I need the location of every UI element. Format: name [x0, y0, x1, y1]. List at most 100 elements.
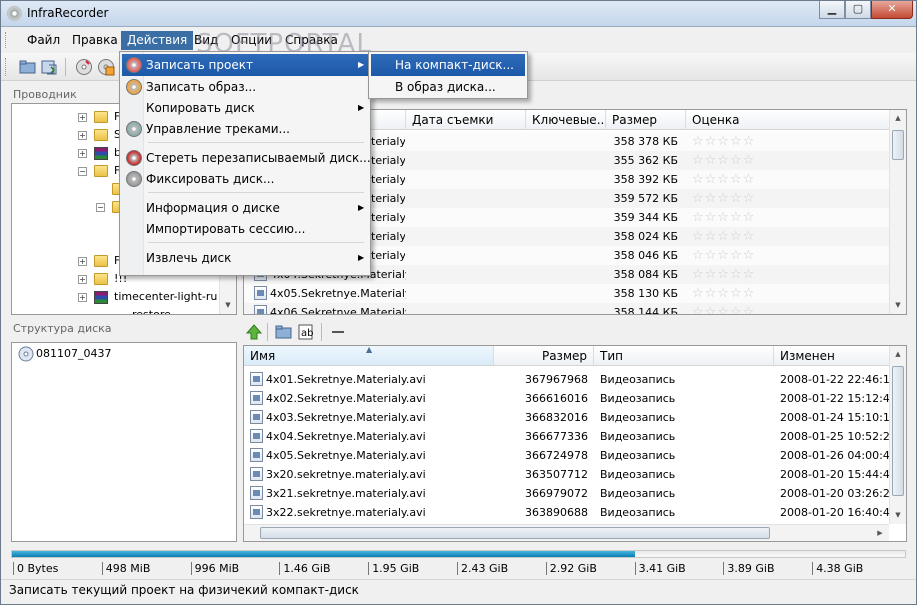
file-modified: 2008-01-22 22:46:18 [780, 373, 889, 386]
project-file-row[interactable]: 4x03.Sekretnye.Materialy.avi 366832016 Вид… [244, 408, 889, 427]
actions-menu-item[interactable]: Стереть перезаписываемый диск... [122, 147, 371, 169]
expand-icon[interactable]: + [78, 149, 87, 158]
file-modified: 2008-01-25 10:52:28 [780, 430, 889, 443]
menu-file[interactable]: Файл [21, 31, 66, 50]
explorer-tree-node[interactable]: + timecenter-light-ru [12, 288, 218, 306]
title-bar[interactable]: InfraRecorder ▁ ▢ ✕ [1, 1, 916, 27]
burn-project-icon [126, 57, 142, 73]
project-file-row[interactable]: 4x01.Sekretnye.Materialy.avi 367967968 Вид… [244, 370, 889, 389]
project-file-row[interactable]: 3x22.sekretnye.materialy.avi 363890688 Вид… [244, 503, 889, 522]
project-vscrollbar[interactable]: ▲ ▼ [889, 346, 906, 524]
rename-icon[interactable]: ab [297, 323, 315, 341]
menu-actions[interactable]: Действия [121, 31, 194, 50]
actions-menu-item[interactable]: Импортировать сессию... [122, 218, 368, 240]
column-header-type[interactable]: Тип [594, 346, 774, 366]
rating-stars-icon[interactable]: ☆☆☆☆☆ [692, 246, 755, 265]
sort-ascending-icon: ▲ [366, 346, 373, 354]
file-size: 366832016 [525, 411, 588, 424]
save-project-icon[interactable] [41, 58, 59, 76]
file-size: 366616016 [525, 392, 588, 405]
open-folder-icon[interactable] [19, 58, 37, 76]
minimize-button[interactable]: ▁ [819, 1, 845, 19]
up-level-icon[interactable] [245, 323, 263, 341]
capacity-scale-label: 1.46 GiB [279, 562, 331, 575]
capacity-scale-label: 2.92 GiB [545, 562, 597, 575]
toolbar-separator [267, 323, 268, 341]
actions-menu-item[interactable]: Управление треками... [122, 118, 368, 140]
disc-structure-tree[interactable]: 081107_0437 [11, 342, 237, 542]
project-hscrollbar[interactable]: ▶ [244, 524, 889, 541]
scroll-up-arrow-icon[interactable]: ▲ [890, 110, 906, 127]
column-header-name[interactable]: Имя ▲ [244, 346, 494, 366]
project-file-row[interactable]: 3x21.sekretnye.materialy.avi 366979072 Вид… [244, 484, 889, 503]
rating-stars-icon[interactable]: ☆☆☆☆☆ [692, 303, 755, 314]
project-file-list[interactable]: Имя ▲ Размер Тип Изменен 4x01.Sekretnye.… [243, 345, 907, 542]
submenu-to-image[interactable]: В образ диска... [371, 76, 525, 98]
rating-stars-icon[interactable]: ☆☆☆☆☆ [692, 170, 755, 189]
scroll-down-arrow-icon[interactable]: ▼ [220, 297, 236, 314]
scroll-right-arrow-icon[interactable]: ▶ [872, 525, 888, 541]
expand-icon[interactable]: + [78, 275, 87, 284]
maximize-button[interactable]: ▢ [845, 1, 871, 19]
file-type: Видеозапись [600, 506, 676, 519]
close-button[interactable]: ✕ [871, 1, 913, 19]
column-header-size[interactable]: Размер [606, 110, 686, 130]
disc-root-node[interactable]: 081107_0437 [16, 345, 112, 363]
rating-stars-icon[interactable]: ☆☆☆☆☆ [692, 265, 755, 284]
actions-menu-item[interactable]: Информация о диске ▶ [122, 197, 368, 219]
actions-menu-item[interactable]: Копировать диск ▶ [122, 97, 368, 119]
actions-menu-item[interactable]: Записать проект ▶ [122, 54, 368, 76]
expand-icon[interactable]: + [78, 257, 87, 266]
browser-file-size: 359 344 КБ [613, 211, 678, 224]
menu-edit[interactable]: Правка [66, 31, 124, 50]
file-type: Видеозапись [600, 468, 676, 481]
new-folder-icon[interactable] [275, 323, 293, 341]
expand-icon[interactable]: + [78, 113, 87, 122]
column-header-name-label: Имя [250, 349, 276, 363]
browser-file-name: terialy [371, 249, 405, 262]
rating-stars-icon[interactable]: ☆☆☆☆☆ [692, 208, 755, 227]
actions-menu-item[interactable]: Записать образ... [122, 76, 368, 98]
rating-stars-icon[interactable]: ☆☆☆☆☆ [692, 284, 755, 303]
toolbar-separator [321, 323, 322, 341]
fixate-disc-icon [126, 171, 142, 187]
scroll-down-arrow-icon[interactable]: ▼ [890, 297, 906, 314]
actions-menu-item[interactable]: Извлечь диск ▶ [122, 247, 368, 269]
actions-menu-item[interactable]: Фиксировать диск... [122, 168, 368, 190]
explorer-tree-node[interactable]: restore [12, 306, 218, 314]
column-header-date[interactable]: Дата съемки [406, 110, 526, 130]
scroll-down-arrow-icon[interactable]: ▼ [890, 507, 906, 524]
burn-disc-icon[interactable] [75, 58, 93, 76]
file-type: Видеозапись [600, 449, 676, 462]
expand-icon[interactable]: + [78, 131, 87, 140]
rating-stars-icon[interactable]: ☆☆☆☆☆ [692, 189, 755, 208]
expand-icon[interactable]: + [78, 293, 87, 302]
browser-scrollbar[interactable]: ▲ ▼ [889, 110, 906, 314]
menu-item-label: Информация о диске [146, 201, 280, 215]
rating-stars-icon[interactable]: ☆☆☆☆☆ [692, 227, 755, 246]
project-file-row[interactable]: 4x02.Sekretnye.Materialy.avi 366616016 Вид… [244, 389, 889, 408]
burn-image-icon[interactable] [97, 58, 115, 76]
column-header-size[interactable]: Размер [494, 346, 594, 366]
project-file-row[interactable]: 4x05.Sekretnye.Materialy.avi 366724978 Вид… [244, 446, 889, 465]
menu-item-label: Управление треками... [146, 122, 290, 136]
project-file-row[interactable]: 4x04.Sekretnye.Materialy.avi 366677336 Вид… [244, 427, 889, 446]
scroll-thumb[interactable] [260, 527, 770, 539]
scroll-thumb[interactable] [892, 366, 904, 496]
column-header-modified[interactable]: Изменен [774, 346, 890, 366]
video-file-icon [250, 505, 263, 519]
column-header-rating[interactable]: Оценка [686, 110, 890, 130]
scroll-up-arrow-icon[interactable]: ▲ [890, 346, 906, 363]
column-header-keywords[interactable]: Ключевые... [526, 110, 606, 130]
folder-icon [94, 129, 108, 141]
browser-file-size: 358 378 КБ [613, 135, 678, 148]
collapse-icon[interactable]: − [96, 203, 105, 212]
tree-node-label: timecenter-light-ru [114, 290, 218, 303]
rating-stars-icon[interactable]: ☆☆☆☆☆ [692, 151, 755, 170]
collapse-icon[interactable]: − [78, 167, 87, 176]
submenu-to-cd[interactable]: На компакт-диск... [371, 54, 525, 76]
scroll-thumb[interactable] [892, 130, 904, 160]
rating-stars-icon[interactable]: ☆☆☆☆☆ [692, 132, 755, 151]
project-file-row[interactable]: 3x20.sekretnye.materialy.avi 363507712 Вид… [244, 465, 889, 484]
remove-icon[interactable] [329, 323, 347, 341]
